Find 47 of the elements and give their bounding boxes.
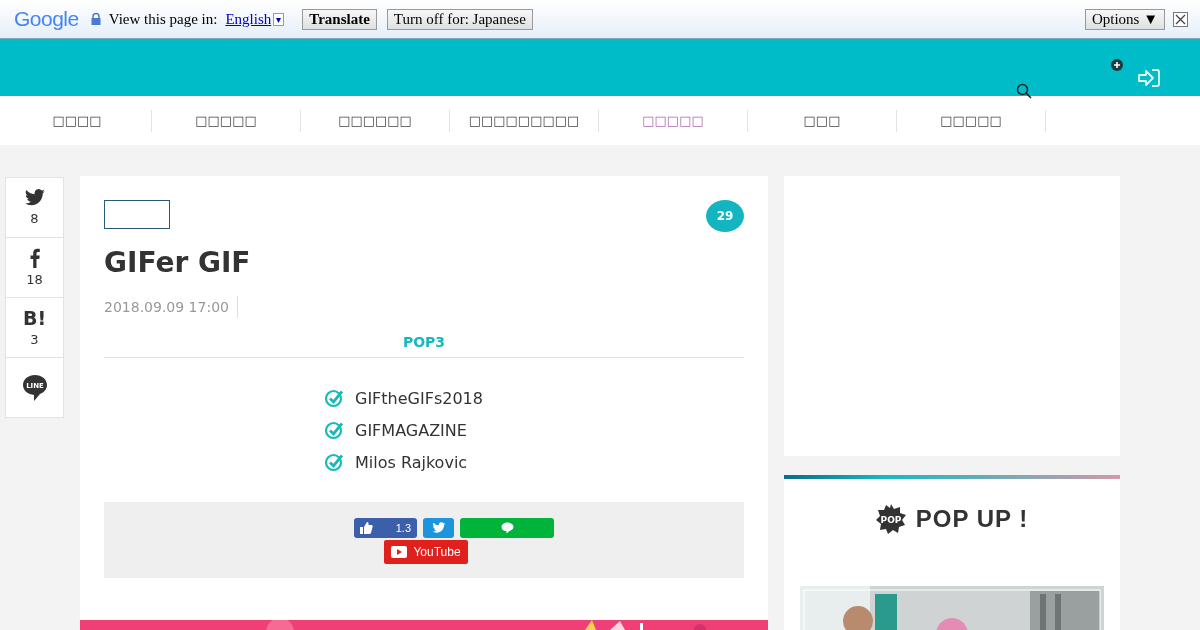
- share-button[interactable]: 8: [6, 178, 63, 238]
- language-link[interactable]: English: [225, 10, 272, 28]
- google-logo: Google: [14, 7, 79, 31]
- nav-item[interactable]: □□□□□: [599, 109, 748, 132]
- f-letter-icon: [29, 248, 40, 268]
- category-tag[interactable]: [104, 200, 170, 229]
- close-icon[interactable]: [1173, 11, 1188, 27]
- bird-icon: [431, 522, 446, 534]
- check-icon: [324, 452, 344, 472]
- nav-item[interactable]: □□□□□□□□□: [450, 109, 599, 132]
- options-button[interactable]: Options ▼: [1084, 8, 1165, 30]
- translate-button[interactable]: Translate: [302, 8, 377, 30]
- share-count: 18: [26, 272, 43, 287]
- hatena-label: B!: [22, 308, 47, 328]
- post-date: 2018.09.09 17:00: [104, 296, 238, 318]
- like-button[interactable]: 1.3: [354, 518, 417, 538]
- search-icon[interactable]: [1016, 83, 1032, 99]
- share-button[interactable]: 18: [6, 238, 63, 298]
- check-icon: [324, 388, 344, 408]
- share-button[interactable]: B! 3: [6, 298, 63, 358]
- sidebar-heading: POP UP !: [915, 505, 1029, 533]
- keyword-text: GIFtheGIFs2018: [355, 388, 483, 408]
- nav-item[interactable]: □□□□□: [897, 109, 1046, 132]
- section-heading: POP3: [402, 334, 446, 350]
- keyword-text: Milos Rajkovic: [355, 452, 468, 472]
- pop-badge-icon: POP: [875, 504, 906, 534]
- nav-item[interactable]: □□□□□□: [301, 109, 450, 132]
- line-share-button[interactable]: [460, 518, 554, 538]
- share-count: 3: [30, 332, 39, 347]
- keyword-text: GIFMAGAZINE: [355, 420, 467, 440]
- play-icon: [391, 546, 408, 558]
- plus-icon[interactable]: [1111, 59, 1123, 71]
- translate-prompt: View this page in:: [108, 10, 218, 28]
- nav-item[interactable]: □□□□□: [152, 109, 301, 132]
- article-title: GIFer GIF: [104, 246, 252, 280]
- nav-item[interactable]: □□□□: [3, 109, 152, 132]
- dropdown-icon[interactable]: ▾: [273, 12, 285, 26]
- share-count: 8: [30, 211, 39, 226]
- bird-icon: [23, 189, 46, 207]
- thumbs-up-icon: [360, 522, 373, 534]
- tweet-button[interactable]: [423, 518, 454, 538]
- speech-bubble-icon: [500, 522, 514, 534]
- turn-off-button[interactable]: Turn off for: Japanese: [386, 8, 533, 30]
- youtube-button[interactable]: YouTube: [384, 540, 468, 564]
- nav-item[interactable]: □□□: [748, 109, 897, 132]
- lock-icon: [90, 13, 101, 25]
- check-icon: [324, 420, 344, 440]
